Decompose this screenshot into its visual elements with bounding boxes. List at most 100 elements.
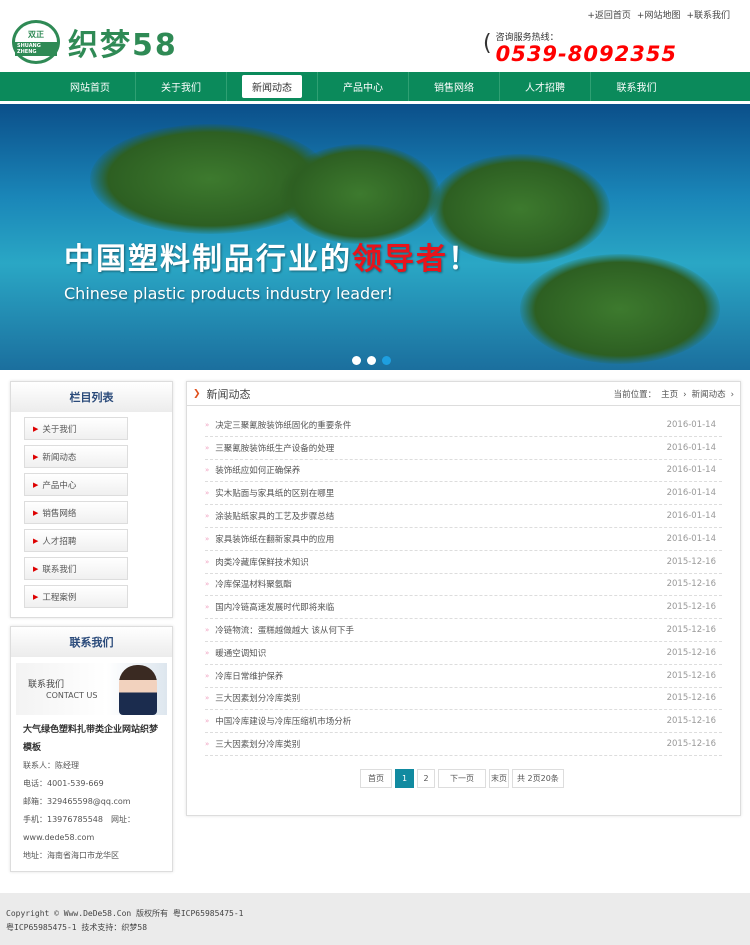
news-link[interactable]: 实木贴面与家具纸的区别在哪里 bbox=[215, 487, 334, 499]
news-item[interactable]: » 实木贴面与家具纸的区别在哪里 2016-01-14 bbox=[205, 482, 722, 506]
main-nav: 网站首页 关于我们 新闻动态 产品中心 销售网络 人才招聘 联系我们 bbox=[0, 72, 750, 101]
double-chevron-icon: » bbox=[205, 671, 210, 680]
nav-label: 销售网络 bbox=[434, 83, 474, 94]
news-date: 2015-12-16 bbox=[666, 716, 716, 727]
news-item[interactable]: » 三大因素划分冷库类别 2015-12-16 bbox=[205, 688, 722, 711]
operator-image bbox=[119, 665, 157, 715]
logo[interactable]: 双正 SHUANG ZHENG 织梦58 bbox=[12, 20, 178, 64]
crumb-home[interactable]: 主页 bbox=[661, 390, 678, 400]
page-1[interactable]: 1 bbox=[395, 769, 414, 788]
page-last[interactable]: 末页 bbox=[489, 769, 509, 788]
news-link[interactable]: 肉类冷藏库保鲜技术知识 bbox=[215, 556, 309, 568]
nav-about[interactable]: 关于我们 bbox=[136, 72, 227, 101]
category-label: 联系我们 bbox=[42, 564, 77, 575]
nav-sales[interactable]: 销售网络 bbox=[409, 72, 500, 101]
nav-label: 关于我们 bbox=[161, 83, 201, 94]
logo-text: 织梦58 bbox=[68, 28, 178, 63]
news-link[interactable]: 家具装饰纸在翻新家具中的应用 bbox=[215, 533, 334, 545]
category-item[interactable]: ▶ 工程案例 bbox=[24, 585, 128, 608]
news-header: ❯ 新闻动态 当前位置： 主页 › 新闻动态 › bbox=[187, 382, 740, 406]
nav-contact[interactable]: 联系我们 bbox=[591, 72, 682, 101]
news-item[interactable]: » 国内冷链高速发展时代即将来临 2015-12-16 bbox=[205, 596, 722, 620]
news-link[interactable]: 冷库保温材料聚氨酯 bbox=[215, 578, 292, 590]
contact-title: 联系我们 bbox=[11, 627, 172, 657]
contact-phone: 电话：4001-539-669 bbox=[23, 779, 104, 788]
category-item[interactable]: ▶ 联系我们 bbox=[24, 557, 128, 580]
company-name: 大气绿色塑料扎带类企业网站织梦模板 bbox=[23, 725, 159, 753]
category-item[interactable]: ▶ 人才招聘 bbox=[24, 529, 128, 552]
news-item[interactable]: » 三聚氰胺装饰纸生产设备的处理 2016-01-14 bbox=[205, 437, 722, 460]
news-item[interactable]: » 冷链物流：蛋糕越做越大 该从何下手 2015-12-16 bbox=[205, 619, 722, 642]
page-2[interactable]: 2 bbox=[417, 769, 435, 788]
news-item[interactable]: » 暖通空调知识 2015-12-16 bbox=[205, 642, 722, 665]
footer: Copyright © Www.DeDe58.Con 版权所有 粤ICP6598… bbox=[0, 893, 750, 945]
pagination: 首页 1 2 下一页 末页 共 2页20条 bbox=[360, 769, 564, 788]
triangle-icon: ▶ bbox=[33, 452, 39, 461]
news-link[interactable]: 三大因素划分冷库类别 bbox=[215, 692, 300, 704]
nav-home[interactable]: 网站首页 bbox=[45, 72, 136, 101]
arrow-icon: ❯ bbox=[193, 388, 201, 399]
news-date: 2016-01-14 bbox=[666, 533, 716, 544]
news-item[interactable]: » 肉类冷藏库保鲜技术知识 2015-12-16 bbox=[205, 551, 722, 574]
news-link[interactable]: 冷链物流：蛋糕越做越大 该从何下手 bbox=[215, 624, 354, 636]
double-chevron-icon: » bbox=[205, 466, 210, 475]
hotline: ( 咨询服务热线： 0539-8092355 bbox=[483, 30, 677, 66]
contact-mobile-website: 手机：13976785548 网址：www.dede58.com bbox=[23, 815, 135, 842]
news-date: 2015-12-16 bbox=[666, 647, 716, 658]
banner-slider[interactable]: 中国塑料制品行业的领导者！ Chinese plastic products i… bbox=[0, 104, 750, 370]
category-title: 栏目列表 bbox=[11, 382, 172, 412]
news-list: » 决定三聚氰胺装饰纸固化的重要条件 2016-01-14 » 三聚氰胺装饰纸生产设备的… bbox=[205, 414, 722, 756]
contact-email: 邮箱：329465598@qq.com bbox=[23, 797, 131, 806]
page-first[interactable]: 首页 bbox=[360, 769, 392, 788]
news-link[interactable]: 冷库日常维护保养 bbox=[215, 670, 283, 682]
news-item[interactable]: » 三大因素划分冷库类别 2015-12-16 bbox=[205, 733, 722, 756]
contact-link[interactable]: +联系我们 bbox=[686, 11, 730, 21]
crumb-news[interactable]: 新闻动态 bbox=[692, 390, 726, 400]
slide-dot-1[interactable] bbox=[352, 356, 361, 365]
double-chevron-icon: » bbox=[205, 443, 210, 452]
news-item[interactable]: » 决定三聚氰胺装饰纸固化的重要条件 2016-01-14 bbox=[205, 414, 722, 437]
nav-jobs[interactable]: 人才招聘 bbox=[500, 72, 591, 101]
category-label: 关于我们 bbox=[42, 424, 77, 435]
category-label: 销售网络 bbox=[42, 508, 77, 519]
slide-dot-3[interactable] bbox=[382, 356, 391, 365]
news-link[interactable]: 决定三聚氰胺装饰纸固化的重要条件 bbox=[215, 419, 351, 431]
news-item[interactable]: » 冷库日常维护保养 2015-12-16 bbox=[205, 665, 722, 688]
contact-person: 联系人：陈经理 bbox=[23, 761, 79, 770]
category-item[interactable]: ▶ 新闻动态 bbox=[24, 445, 128, 468]
news-item[interactable]: » 家具装饰纸在翻新家具中的应用 2016-01-14 bbox=[205, 528, 722, 551]
news-item[interactable]: » 中国冷库建设与冷库压缩机市场分析 2015-12-16 bbox=[205, 710, 722, 734]
double-chevron-icon: » bbox=[205, 740, 210, 749]
home-link[interactable]: +返回首页 bbox=[587, 11, 631, 21]
category-item[interactable]: ▶ 销售网络 bbox=[24, 501, 128, 524]
news-date: 2015-12-16 bbox=[666, 602, 716, 613]
double-chevron-icon: » bbox=[205, 580, 210, 589]
category-item[interactable]: ▶ 关于我们 bbox=[24, 417, 128, 440]
news-link[interactable]: 装饰纸应如何正确保养 bbox=[215, 464, 300, 476]
news-date: 2016-01-14 bbox=[666, 442, 716, 453]
news-item[interactable]: » 冷库保温材料聚氨酯 2015-12-16 bbox=[205, 574, 722, 597]
news-link[interactable]: 涂装贴纸家具的工艺及步骤总结 bbox=[215, 510, 334, 522]
slide-dot-2[interactable] bbox=[367, 356, 376, 365]
news-title: 新闻动态 bbox=[206, 387, 251, 401]
category-item[interactable]: ▶ 产品中心 bbox=[24, 473, 128, 496]
news-link[interactable]: 三聚氰胺装饰纸生产设备的处理 bbox=[215, 442, 334, 454]
phone-icon: ( bbox=[483, 31, 492, 56]
news-item[interactable]: » 涂装贴纸家具的工艺及步骤总结 2016-01-14 bbox=[205, 505, 722, 528]
double-chevron-icon: » bbox=[205, 489, 210, 498]
page-next[interactable]: 下一页 bbox=[438, 769, 486, 788]
double-chevron-icon: » bbox=[205, 603, 210, 612]
logo-en: SHUANG ZHENG bbox=[15, 41, 57, 56]
nav-products[interactable]: 产品中心 bbox=[318, 72, 409, 101]
sitemap-link[interactable]: +网站地图 bbox=[637, 11, 681, 21]
news-link[interactable]: 中国冷库建设与冷库压缩机市场分析 bbox=[215, 715, 351, 727]
news-date: 2015-12-16 bbox=[666, 556, 716, 567]
news-link[interactable]: 暖通空调知识 bbox=[215, 647, 266, 659]
news-link[interactable]: 国内冷链高速发展时代即将来临 bbox=[215, 601, 334, 613]
news-item[interactable]: » 装饰纸应如何正确保养 2016-01-14 bbox=[205, 460, 722, 483]
news-link[interactable]: 三大因素划分冷库类别 bbox=[215, 738, 300, 750]
nav-label: 网站首页 bbox=[70, 83, 110, 94]
nav-news[interactable]: 新闻动态 bbox=[227, 72, 318, 101]
category-label: 人才招聘 bbox=[42, 536, 77, 547]
logo-badge: 双正 SHUANG ZHENG bbox=[12, 20, 60, 64]
